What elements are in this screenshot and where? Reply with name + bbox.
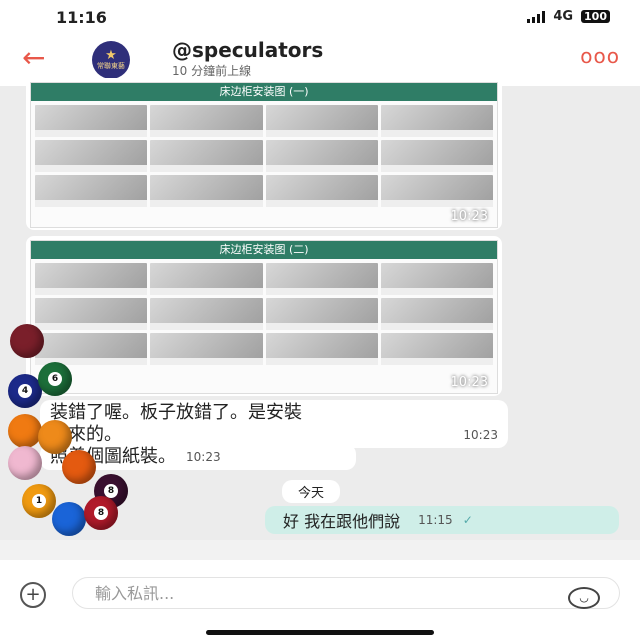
home-indicator[interactable] — [206, 630, 434, 635]
billiard-ball-icon — [52, 502, 86, 536]
billiard-ball-icon — [62, 450, 96, 484]
billiard-ball-icon — [8, 446, 42, 480]
billiard-ball-icon — [38, 420, 72, 454]
back-arrow-icon[interactable]: ← — [22, 44, 45, 72]
ball-number: 8 — [94, 506, 108, 520]
message-time: 10:23 — [463, 428, 498, 442]
network-type: 4G — [553, 9, 574, 24]
status-indicators: 4G 100 — [527, 9, 610, 24]
more-options-icon[interactable]: ooo — [580, 44, 620, 68]
billiard-ball-icon: 6 — [38, 362, 72, 396]
image-message[interactable]: 床边柜安装图 (一) 10:23 — [26, 78, 502, 230]
ball-number: 6 — [48, 372, 62, 386]
instruction-sheet: 床边柜安装图 (一) — [30, 82, 498, 228]
avatar-text: 常聯東藝 — [97, 61, 125, 70]
battery-icon: 100 — [581, 10, 610, 23]
message-time: 10:23 — [450, 375, 488, 390]
billiard-ball-icon: 8 — [84, 496, 118, 530]
photo-grid — [31, 101, 497, 211]
last-seen-status: 10 分鐘前上線 — [172, 64, 252, 78]
billiard-ball-icon — [8, 414, 42, 448]
outgoing-message[interactable]: 好 我在跟他們說 11:15 ✓ — [265, 506, 619, 534]
billiard-ball-icon — [10, 324, 44, 358]
clock: 11:16 — [56, 8, 107, 27]
message-time: 10:23 — [450, 209, 488, 224]
status-bar: 11:16 4G 100 — [0, 0, 640, 36]
message-text: 好 我在跟他們說 — [283, 512, 401, 531]
read-check-icon: ✓ — [462, 513, 473, 527]
add-attachment-icon[interactable]: + — [20, 582, 46, 608]
sheet-title: 床边柜安装图 (一) — [31, 83, 497, 101]
message-time: 10:23 — [186, 450, 221, 464]
ball-number: 1 — [32, 494, 46, 508]
message-input-bar: + 輸入私訊... ◡ — [0, 560, 640, 640]
emoji-icon[interactable]: ◡ — [568, 587, 600, 609]
date-divider: 今天 — [282, 480, 341, 503]
signal-icon — [527, 10, 546, 23]
contact-name[interactable]: @speculators — [172, 38, 323, 62]
message-input[interactable]: 輸入私訊... — [72, 577, 620, 609]
avatar[interactable]: ★ 常聯東藝 — [92, 41, 130, 79]
message-time: 11:15 — [418, 513, 453, 527]
sheet-title: 床边柜安装图 (二) — [31, 241, 497, 259]
sticker-billiard-balls[interactable]: 4 6 8 1 8 — [0, 320, 130, 560]
billiard-ball-icon: 4 — [8, 374, 42, 408]
avatar-logo-icon: ★ — [105, 47, 117, 63]
billiard-ball-icon: 1 — [22, 484, 56, 518]
ball-number: 4 — [18, 384, 32, 398]
